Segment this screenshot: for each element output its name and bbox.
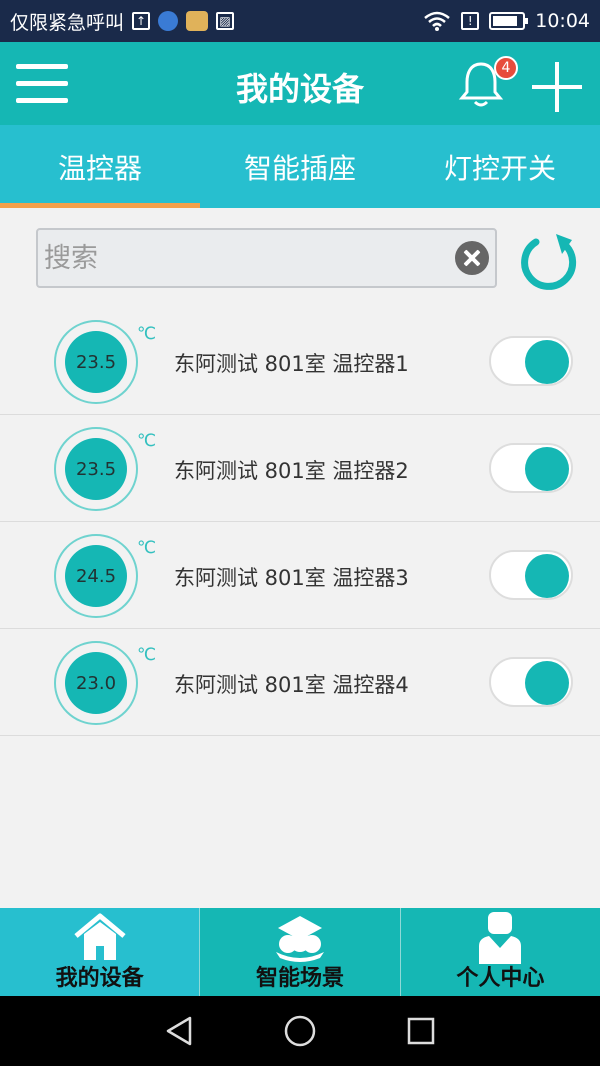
temperature-value: 23.5	[65, 438, 127, 500]
person-icon	[479, 912, 522, 964]
temperature-unit: ℃	[137, 538, 157, 558]
power-toggle[interactable]	[489, 657, 573, 707]
temperature-dial: 23.5	[54, 320, 138, 404]
device-list: 23.5 ℃ 东阿测试 801室 温控器1 23.5 ℃ 东阿测试 801室 温…	[0, 308, 600, 736]
sim-icon: !	[461, 12, 480, 30]
device-row[interactable]: 24.5 ℃ 东阿测试 801室 温控器3	[0, 522, 600, 629]
tab-light-switch[interactable]: 灯控开关	[400, 125, 600, 208]
power-toggle[interactable]	[489, 550, 573, 600]
device-name: 东阿测试 801室 温控器1	[174, 352, 409, 376]
status-time: 10:04	[535, 10, 590, 32]
battery-icon	[489, 12, 529, 30]
tab-smart-socket[interactable]: 智能插座	[200, 125, 400, 208]
tab-thermostat[interactable]: 温控器	[0, 125, 200, 208]
nav-label: 智能场景	[255, 966, 344, 991]
power-toggle[interactable]	[489, 443, 573, 493]
notification-icons: ↑ ▨	[132, 11, 235, 31]
device-row[interactable]: 23.5 ℃ 东阿测试 801室 温控器2	[0, 415, 600, 522]
back-icon[interactable]	[164, 1015, 194, 1047]
system-nav-bar	[0, 996, 600, 1066]
home-circle-icon[interactable]	[283, 1014, 317, 1048]
notification-badge: 4	[494, 56, 518, 80]
temperature-value: 23.5	[65, 331, 127, 393]
temperature-value: 23.0	[65, 652, 127, 714]
nav-personal-center[interactable]: 个人中心	[401, 908, 600, 996]
nav-smart-scene[interactable]: 智能场景	[200, 908, 401, 996]
device-row[interactable]: 23.0 ℃ 东阿测试 801室 温控器4	[0, 629, 600, 736]
refresh-icon[interactable]	[518, 230, 580, 290]
image-icon: ▨	[216, 12, 235, 30]
clear-search-button[interactable]	[455, 241, 489, 275]
home-icon	[74, 913, 126, 960]
device-row[interactable]: 23.5 ℃ 东阿测试 801室 温控器1	[0, 308, 600, 415]
temperature-unit: ℃	[137, 431, 157, 451]
wifi-icon	[424, 11, 451, 31]
nav-label: 个人中心	[456, 966, 545, 991]
device-name: 东阿测试 801室 温控器3	[174, 566, 409, 590]
device-name: 东阿测试 801室 温控器4	[174, 673, 409, 697]
recents-icon[interactable]	[406, 1016, 436, 1046]
temperature-dial: 23.5	[54, 427, 138, 511]
nav-label: 我的设备	[55, 966, 144, 991]
nav-my-devices[interactable]: 我的设备	[0, 908, 201, 996]
temperature-unit: ℃	[137, 645, 157, 665]
search-box	[36, 228, 497, 288]
bottom-nav: 我的设备 智能场景 个人中心	[0, 908, 600, 996]
temperature-unit: ℃	[137, 324, 157, 344]
owl-app-icon	[186, 11, 209, 31]
temperature-dial: 23.0	[54, 641, 138, 725]
app-bar: 我的设备 4	[0, 42, 600, 125]
upload-icon: ↑	[132, 12, 151, 30]
status-bar: 仅限紧急呼叫 ↑ ▨ ! 10:04	[0, 0, 600, 42]
scene-icon	[275, 916, 324, 962]
device-name: 东阿测试 801室 温控器2	[174, 459, 409, 483]
add-device-button[interactable]	[532, 62, 582, 112]
search-input[interactable]	[44, 242, 455, 274]
app-notification-icon	[158, 11, 179, 31]
carrier-text: 仅限紧急呼叫	[10, 11, 125, 34]
temperature-dial: 24.5	[54, 534, 138, 618]
device-type-tabs: 温控器 智能插座 灯控开关	[0, 125, 600, 208]
temperature-value: 24.5	[65, 545, 127, 607]
power-toggle[interactable]	[489, 336, 573, 386]
